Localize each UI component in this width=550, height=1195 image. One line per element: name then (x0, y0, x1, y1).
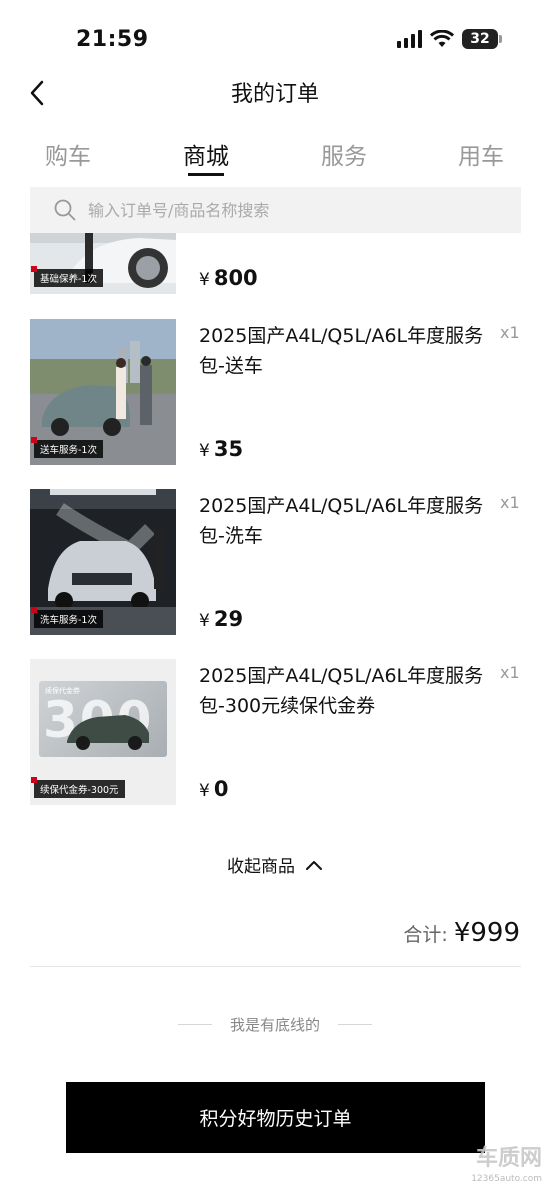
product-image: 洗车服务-1次 (30, 489, 176, 635)
tab-purchase[interactable]: 购车 (23, 137, 113, 171)
order-item[interactable]: 续保代金券 300 续保代金券-300元 2025国产A4L/Q5L/A6L年度… (0, 659, 550, 807)
nav-bar: 我的订单 (0, 70, 550, 120)
voucher-card: 续保代金券 300 (39, 681, 167, 757)
item-title: 2025国产A4L/Q5L/A6L年度服务包-300元续保代金券 (199, 665, 484, 717)
tab-bar: 购车 商城 服务 用车 (0, 132, 550, 180)
wifi-icon (430, 30, 454, 47)
item-title: 2025国产A4L/Q5L/A6L年度服务包-送车 (199, 325, 484, 377)
item-price: ¥0 (199, 777, 229, 801)
item-quantity: x1 (500, 663, 520, 682)
tab-service[interactable]: 服务 (299, 137, 389, 171)
search-bar[interactable] (30, 187, 521, 233)
item-title: 2025国产A4L/Q5L/A6L年度服务包-洗车 (199, 495, 484, 547)
item-price: ¥35 (199, 437, 244, 461)
product-image: 送车服务-1次 (30, 319, 176, 465)
chevron-up-icon (306, 860, 322, 870)
product-tag: 续保代金券-300元 (31, 777, 125, 798)
watermark: www.12365auto.com (180, 590, 366, 609)
item-price: ¥29 (199, 607, 244, 631)
divider (177, 1024, 212, 1025)
product-tag: 送车服务-1次 (31, 437, 103, 458)
total-label: 合计: (403, 924, 448, 946)
item-price: ¥800 (199, 266, 258, 290)
tab-mall[interactable]: 商城 (161, 137, 251, 171)
signal-icon (397, 30, 422, 48)
status-icons: 32 (397, 29, 502, 49)
collapse-items-button[interactable]: 收起商品 (0, 852, 550, 877)
total-value: ¥999 (453, 918, 520, 948)
car-silhouette-icon (67, 715, 149, 750)
item-quantity: x1 (500, 323, 520, 342)
order-item[interactable]: 洗车服务-1次 2025国产A4L/Q5L/A6L年度服务包-洗车 x1 ¥29 (0, 489, 550, 637)
page-title: 我的订单 (230, 82, 319, 107)
search-icon (54, 199, 76, 221)
end-of-list-indicator: 我是有底线的 (0, 1014, 550, 1035)
product-tag: 洗车服务-1次 (31, 607, 103, 628)
tab-active-indicator (188, 173, 224, 176)
status-bar: 21:59 32 (0, 0, 550, 70)
search-input[interactable] (88, 200, 488, 220)
collapse-label: 收起商品 (227, 857, 295, 877)
order-item[interactable]: 送车服务-1次 2025国产A4L/Q5L/A6L年度服务包-送车 x1 ¥35 (0, 319, 550, 467)
end-of-list-text: 我是有底线的 (229, 1016, 320, 1034)
divider (30, 966, 521, 967)
status-time: 21:59 (76, 27, 149, 52)
tab-car-use[interactable]: 用车 (436, 137, 526, 171)
order-item[interactable]: 基础保养-1次 ¥800 (0, 233, 550, 296)
order-total: 合计: ¥999 (403, 918, 520, 948)
battery-icon: 32 (462, 29, 502, 49)
product-tag: 基础保养-1次 (31, 266, 103, 287)
product-image: 续保代金券 300 续保代金券-300元 (30, 659, 176, 805)
points-history-orders-button[interactable]: 积分好物历史订单 (66, 1082, 485, 1153)
divider (338, 1024, 372, 1025)
item-quantity: x1 (500, 493, 520, 512)
product-image: 基础保养-1次 (30, 233, 176, 294)
order-item-list: 基础保养-1次 ¥800 送车服务-1次 2025国产A4L/Q5L/A6L年度… (0, 233, 550, 813)
site-logo: 车质网 12365auto.com (471, 1146, 542, 1185)
